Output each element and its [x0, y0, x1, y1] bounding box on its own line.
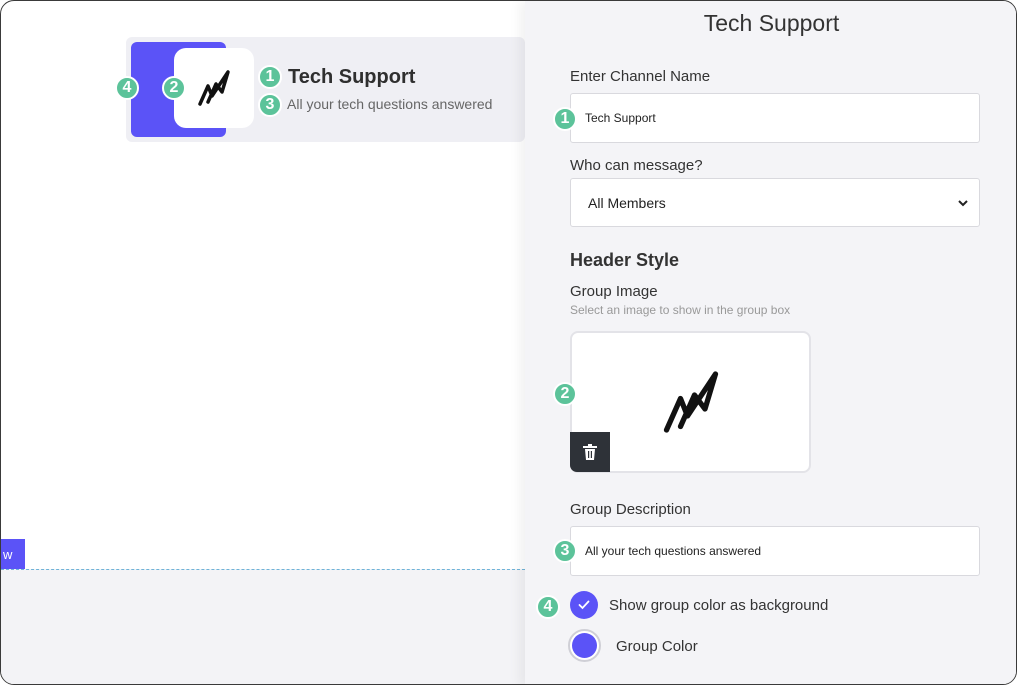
who-can-message-label: Who can message? — [570, 157, 703, 174]
group-description-value: All your tech questions answered — [585, 544, 762, 558]
badge-4: 4 — [536, 595, 560, 619]
badge-2: 2 — [162, 76, 186, 100]
badge-1: 1 — [258, 65, 282, 89]
edge-tab[interactable]: w — [1, 539, 25, 570]
check-icon — [578, 600, 590, 610]
card-description: All your tech questions answered — [287, 96, 493, 112]
group-image-preview — [174, 48, 254, 128]
channel-name-input[interactable]: Tech Support — [570, 93, 980, 143]
delete-image-button[interactable] — [570, 432, 610, 472]
group-description-input[interactable]: All your tech questions answered — [570, 526, 980, 576]
card-title: Tech Support — [288, 66, 416, 88]
channel-name-label: Enter Channel Name — [570, 68, 711, 85]
badge-2: 2 — [553, 382, 577, 406]
badge-3: 3 — [553, 539, 577, 563]
badge-3: 3 — [258, 93, 282, 117]
trash-icon — [583, 444, 597, 460]
group-color-swatch[interactable] — [568, 629, 601, 662]
show-group-color-label: Show group color as background — [609, 597, 829, 614]
badge-1: 1 — [553, 107, 577, 131]
chevron-down-icon — [958, 199, 968, 206]
preview-drop-zone — [1, 569, 525, 684]
edge-tab-label: w — [3, 547, 13, 562]
group-image-label: Group Image — [570, 283, 658, 300]
group-color-dot — [572, 633, 597, 658]
group-description-label: Group Description — [570, 501, 691, 518]
lightning-scribble-icon — [663, 371, 718, 433]
show-group-color-checkbox[interactable] — [570, 591, 598, 619]
group-color-label: Group Color — [616, 638, 698, 655]
channel-name-value: Tech Support — [585, 111, 656, 125]
panel-title: Tech Support — [703, 10, 840, 36]
app-window: w Tech Support All your tech questions a… — [0, 0, 1017, 685]
who-can-message-select[interactable]: All Members — [570, 178, 980, 227]
badge-4: 4 — [115, 76, 139, 100]
lightning-scribble-icon — [198, 70, 230, 106]
group-image-hint: Select an image to show in the group box — [570, 303, 791, 317]
header-style-heading: Header Style — [570, 250, 680, 270]
who-can-message-value: All Members — [588, 194, 666, 211]
